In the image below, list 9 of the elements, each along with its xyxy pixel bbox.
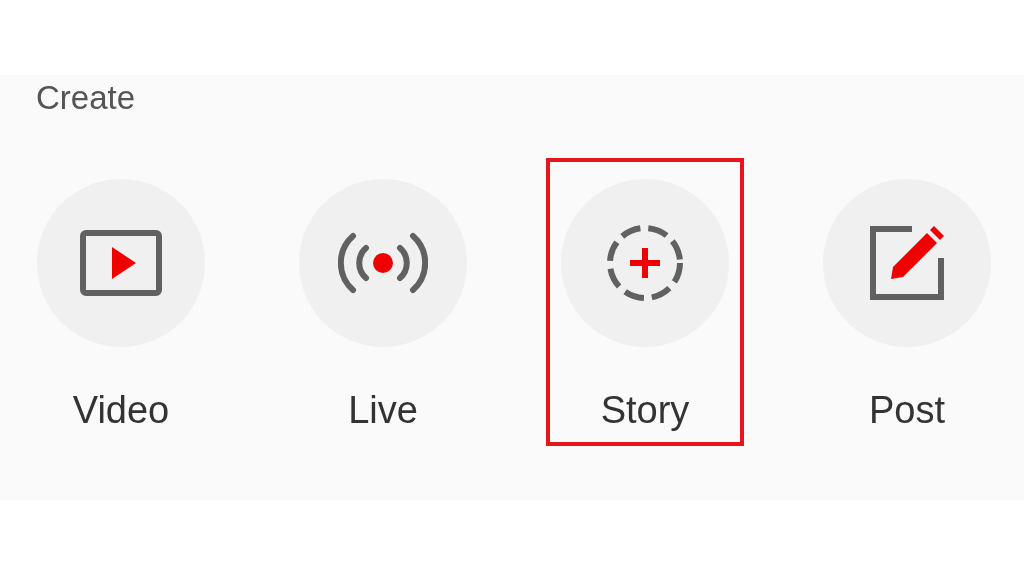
create-option-button[interactable]: Live [284, 158, 482, 446]
create-option-button[interactable]: Video [22, 158, 220, 446]
edit-square-icon [867, 223, 947, 303]
create-option-button[interactable]: Story [546, 158, 744, 446]
create-option-button[interactable]: Post [808, 158, 1006, 446]
broadcast-icon [338, 230, 428, 296]
video-play-icon [80, 230, 162, 296]
section-title: Create [36, 79, 137, 117]
dashed-circle-plus-icon [606, 224, 684, 302]
